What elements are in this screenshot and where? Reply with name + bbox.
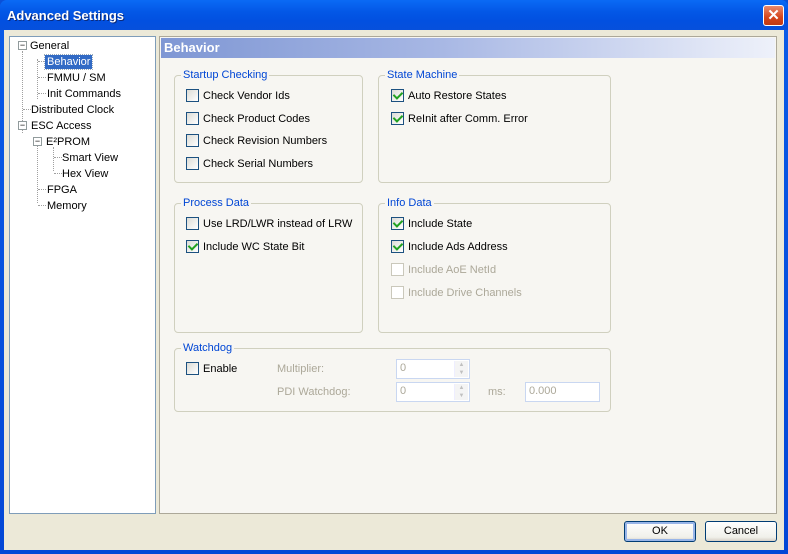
checkbox-label: Enable (203, 363, 238, 375)
dialog-client: − General Behavior FMMU / SM Init Comman… (4, 30, 784, 550)
checkbox-label: Include Drive Channels (408, 287, 522, 299)
tree-line (54, 173, 62, 174)
checkbox-icon (186, 134, 199, 147)
checkbox-label: Include State (408, 218, 473, 230)
ms-value: 0.000 (529, 385, 557, 397)
group-title: Process Data (181, 197, 252, 209)
include-drive-channels-checkbox[interactable]: Include Drive Channels (391, 286, 522, 299)
pdi-watchdog-label: PDI Watchdog: (277, 386, 351, 398)
include-wc-state-bit-checkbox[interactable]: Include WC State Bit (186, 240, 305, 253)
watchdog-enable-checkbox[interactable]: Enable (186, 362, 237, 375)
group-title: Info Data (385, 197, 434, 209)
tree-line (54, 157, 62, 158)
checkbox-label: Include AoE NetId (408, 264, 497, 276)
check-product-codes-checkbox[interactable]: Check Product Codes (186, 112, 310, 125)
check-revision-numbers-checkbox[interactable]: Check Revision Numbers (186, 134, 327, 147)
tree-item-fmmu-sm[interactable]: FMMU / SM (47, 71, 106, 85)
include-state-checkbox[interactable]: Include State (391, 217, 472, 230)
checkbox-label: Check Vendor Ids (203, 90, 290, 102)
checkbox-checked-icon (391, 240, 404, 253)
title-bar[interactable]: Advanced Settings ✕ (0, 0, 788, 30)
tree-item-eeprom[interactable]: E²PROM (46, 135, 90, 149)
checkbox-label: Auto Restore States (408, 90, 507, 102)
checkbox-icon (186, 112, 199, 125)
multiplier-spinner[interactable]: 0 ▲ ▼ (396, 359, 470, 379)
tree-item-general[interactable]: General (30, 39, 69, 53)
include-aoe-netid-checkbox[interactable]: Include AoE NetId (391, 263, 496, 276)
checkbox-checked-icon (186, 240, 199, 253)
checkbox-label: Check Product Codes (203, 113, 310, 125)
checkbox-checked-icon (391, 217, 404, 230)
collapse-icon[interactable]: − (33, 137, 42, 146)
pdi-watchdog-spinner[interactable]: 0 ▲ ▼ (396, 382, 470, 402)
close-icon: ✕ (767, 7, 780, 24)
tree-item-behavior[interactable]: Behavior (43, 54, 94, 70)
panel-title: Behavior (161, 38, 775, 58)
spin-arrows-icon[interactable]: ▲ ▼ (454, 384, 468, 400)
multiplier-value: 0 (400, 362, 407, 374)
watchdog-group (174, 348, 611, 412)
group-title: State Machine (385, 69, 460, 81)
reinit-after-comm-error-checkbox[interactable]: ReInit after Comm. Error (391, 112, 528, 125)
cancel-button[interactable]: Cancel (705, 521, 777, 542)
settings-tree[interactable]: − General Behavior FMMU / SM Init Comman… (9, 36, 156, 514)
checkbox-label: ReInit after Comm. Error (408, 113, 528, 125)
checkbox-checked-icon (391, 89, 404, 102)
tree-line (38, 205, 46, 206)
ok-button[interactable]: OK (624, 521, 696, 542)
auto-restore-states-checkbox[interactable]: Auto Restore States (391, 89, 506, 102)
ms-label: ms: (488, 386, 506, 398)
checkbox-label: Check Revision Numbers (203, 135, 328, 147)
group-title: Watchdog (181, 342, 235, 354)
use-lrd-lwr-checkbox[interactable]: Use LRD/LWR instead of LRW (186, 217, 352, 230)
tree-item-esc-access[interactable]: ESC Access (31, 119, 92, 133)
tree-item-hex-view[interactable]: Hex View (62, 167, 108, 181)
tree-item-distributed-clock[interactable]: Distributed Clock (31, 103, 114, 117)
tree-line (53, 147, 54, 171)
tree-item-memory[interactable]: Memory (47, 199, 87, 213)
tree-item-smart-view[interactable]: Smart View (62, 151, 118, 165)
close-button[interactable]: ✕ (763, 5, 784, 26)
collapse-icon[interactable]: − (18, 41, 27, 50)
checkbox-icon (186, 362, 199, 375)
checkbox-label: Include WC State Bit (203, 241, 305, 253)
tree-line (38, 77, 46, 78)
group-title: Startup Checking (181, 69, 270, 81)
spin-arrows-icon[interactable]: ▲ ▼ (454, 361, 468, 377)
tree-item-fpga[interactable]: FPGA (47, 183, 77, 197)
tree-line (23, 109, 31, 110)
tree-line (38, 189, 46, 190)
window-title: Advanced Settings (7, 8, 125, 23)
checkbox-icon (186, 217, 199, 230)
behavior-panel: Behavior Startup Checking Check Vendor I… (159, 36, 777, 514)
checkbox-label: Check Serial Numbers (203, 158, 314, 170)
ms-field[interactable]: 0.000 (525, 382, 600, 402)
checkbox-icon (186, 157, 199, 170)
advanced-settings-window: Advanced Settings ✕ − General Behavior F… (0, 0, 788, 554)
checkbox-icon (391, 286, 404, 299)
checkbox-icon (186, 89, 199, 102)
checkbox-label: Include Ads Address (408, 241, 508, 253)
checkbox-label: Use LRD/LWR instead of LRW (203, 218, 353, 230)
tree-line (37, 139, 38, 203)
check-vendor-ids-checkbox[interactable]: Check Vendor Ids (186, 89, 290, 102)
pdi-watchdog-value: 0 (400, 385, 407, 397)
include-ads-address-checkbox[interactable]: Include Ads Address (391, 240, 508, 253)
checkbox-icon (391, 263, 404, 276)
multiplier-label: Multiplier: (277, 363, 325, 375)
tree-line (38, 93, 46, 94)
tree-item-init-commands[interactable]: Init Commands (47, 87, 121, 101)
checkbox-checked-icon (391, 112, 404, 125)
check-serial-numbers-checkbox[interactable]: Check Serial Numbers (186, 157, 313, 170)
collapse-icon[interactable]: − (18, 121, 27, 130)
